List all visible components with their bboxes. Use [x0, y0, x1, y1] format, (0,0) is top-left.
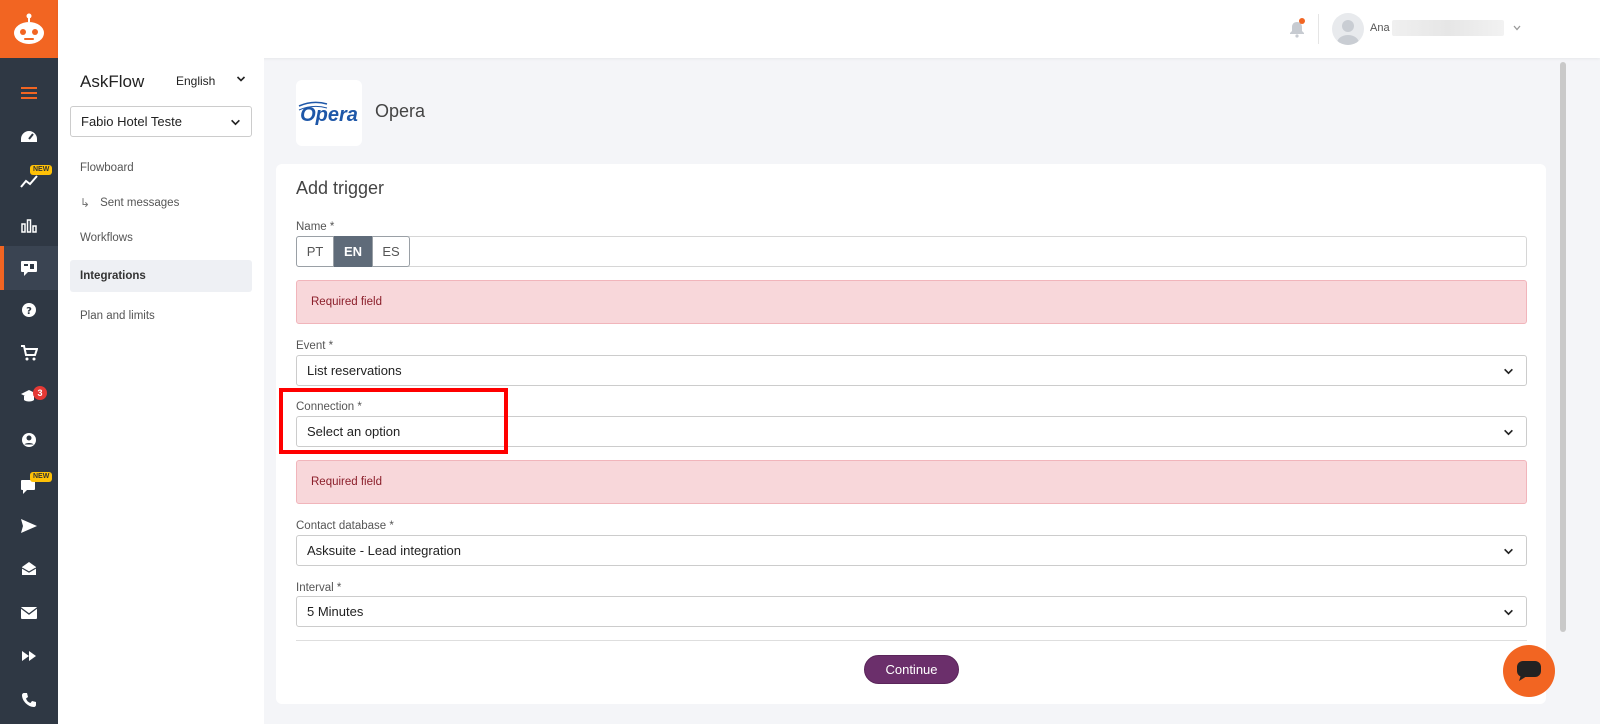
- sidebar-item-flowboard[interactable]: Flowboard: [70, 152, 252, 184]
- sidebar-item-label: Sent messages: [100, 197, 180, 209]
- interval-select[interactable]: 5 Minutes: [296, 596, 1527, 627]
- chat-bubble-icon: [1517, 661, 1541, 681]
- opera-logo-text: Opera: [300, 104, 358, 126]
- chevron-down-icon[interactable]: [1512, 23, 1522, 33]
- continue-button[interactable]: Continue: [864, 655, 959, 684]
- top-bar: [58, 0, 1600, 58]
- sidebar-item-plan-and-limits[interactable]: Plan and limits: [70, 300, 252, 332]
- fast-forward-icon[interactable]: [0, 634, 58, 678]
- icon-rail: NEW ? 3 NEW: [0, 0, 58, 724]
- phone-icon[interactable]: [0, 678, 58, 722]
- user-name-redacted: [1392, 20, 1504, 36]
- integrations-chat-icon[interactable]: [0, 246, 58, 290]
- chevron-down-icon[interactable]: [236, 74, 246, 84]
- language-selector[interactable]: English: [176, 74, 215, 88]
- menu-icon[interactable]: [0, 71, 58, 115]
- sidebar-item-workflows[interactable]: Workflows: [70, 222, 252, 254]
- bar-chart-icon[interactable]: [0, 203, 58, 247]
- new-badge: NEW: [30, 472, 53, 482]
- topbar-divider: [1318, 14, 1319, 44]
- robot-logo-icon[interactable]: [0, 0, 58, 58]
- chevron-down-icon: [1504, 429, 1513, 436]
- analytics-new-icon[interactable]: NEW: [0, 159, 58, 203]
- user-name[interactable]: Ana: [1370, 22, 1390, 34]
- send-icon[interactable]: [0, 504, 58, 548]
- tab-es[interactable]: ES: [372, 236, 410, 267]
- chevron-down-icon: [1504, 548, 1513, 555]
- notification-dot: [1299, 18, 1305, 24]
- interval-select-value: 5 Minutes: [307, 604, 364, 619]
- name-language-tabs: PT EN ES: [296, 236, 1527, 267]
- tab-pt[interactable]: PT: [296, 236, 334, 267]
- contact-database-select-value: Asksuite - Lead integration: [307, 543, 461, 558]
- inbox-icon[interactable]: [0, 547, 58, 591]
- help-icon[interactable]: ?: [0, 288, 58, 332]
- avatar[interactable]: [1332, 13, 1364, 45]
- page-title: Add trigger: [296, 178, 385, 198]
- opera-logo: Opera: [296, 80, 362, 146]
- sidebar-item-integrations[interactable]: Integrations: [70, 260, 252, 292]
- contact-database-select[interactable]: Asksuite - Lead integration: [296, 535, 1527, 566]
- chevron-down-icon: [1504, 368, 1513, 375]
- dashboard-icon[interactable]: [0, 115, 58, 159]
- chat-widget-button[interactable]: [1503, 645, 1555, 697]
- contact-database-label: Contact database *: [296, 520, 394, 532]
- new-badge: NEW: [30, 165, 53, 175]
- svg-text:?: ?: [26, 306, 32, 317]
- tab-en[interactable]: EN: [334, 236, 372, 267]
- sub-arrow-icon: ↳: [80, 196, 91, 210]
- form-divider: [296, 640, 1527, 641]
- secondary-sidebar: AskFlow English Fabio Hotel Teste Flowbo…: [58, 58, 264, 724]
- event-select[interactable]: List reservations: [296, 355, 1527, 386]
- academy-count-badge: 3: [33, 386, 47, 400]
- event-label: Event *: [296, 340, 334, 352]
- hotel-select[interactable]: Fabio Hotel Teste: [70, 106, 252, 137]
- chevron-down-icon: [231, 119, 240, 126]
- user-icon[interactable]: [0, 418, 58, 462]
- cart-icon[interactable]: [0, 331, 58, 375]
- highlight-annotation: [279, 388, 508, 454]
- mail-icon[interactable]: [0, 591, 58, 635]
- name-error-alert: Required field: [296, 280, 1527, 324]
- brand-name: AskFlow: [80, 72, 145, 91]
- page-scrollbar[interactable]: [1560, 62, 1566, 632]
- integration-name: Opera: [375, 101, 426, 121]
- academy-icon[interactable]: 3: [0, 374, 58, 418]
- event-select-value: List reservations: [307, 363, 402, 378]
- chevron-down-icon: [1504, 609, 1513, 616]
- hotel-select-value: Fabio Hotel Teste: [81, 114, 182, 129]
- chat-new-icon[interactable]: NEW: [0, 464, 58, 508]
- sidebar-item-sent-messages[interactable]: ↳ Sent messages: [70, 187, 252, 219]
- interval-label: Interval *: [296, 582, 342, 594]
- name-label: Name *: [296, 221, 335, 233]
- connection-error-alert: Required field: [296, 460, 1527, 504]
